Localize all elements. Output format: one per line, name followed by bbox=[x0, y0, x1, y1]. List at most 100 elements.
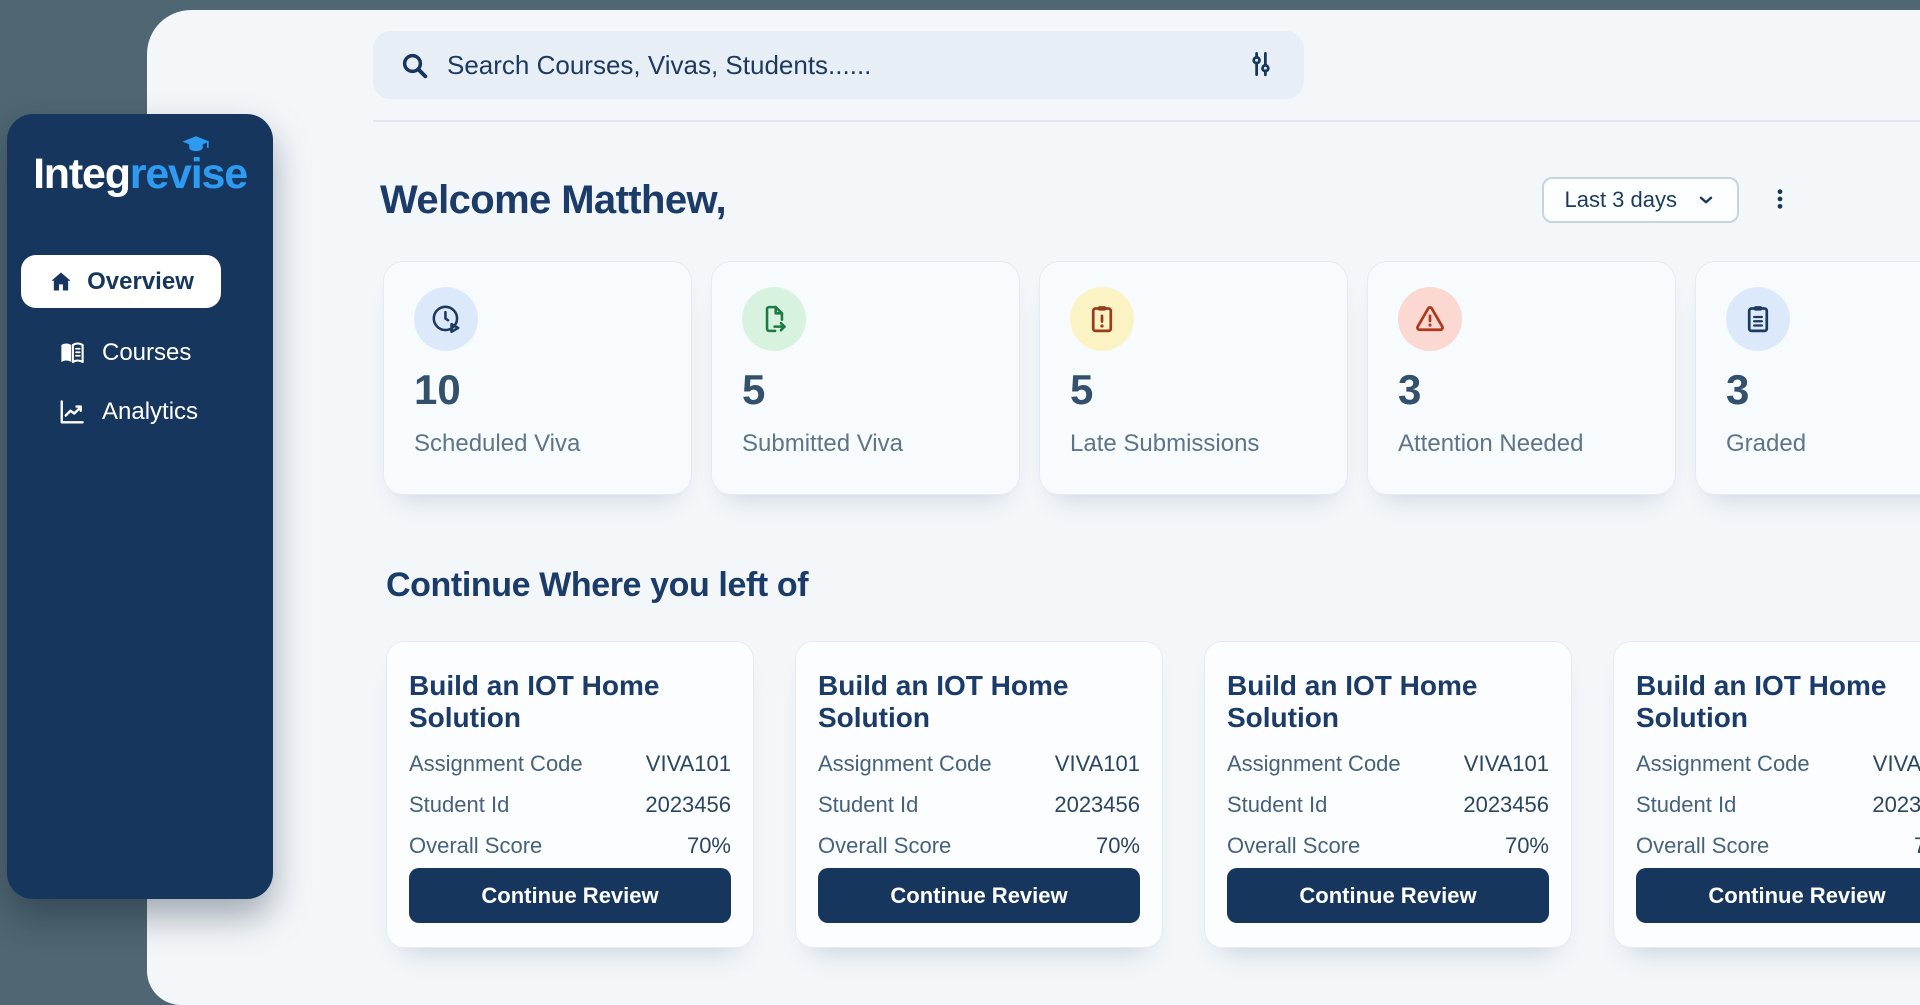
course-detail-row: Overall Score 70% bbox=[409, 833, 731, 859]
detail-value: VIVA101 bbox=[1873, 751, 1920, 777]
detail-label: Assignment Code bbox=[409, 751, 583, 777]
stat-value: 3 bbox=[1398, 366, 1645, 414]
stat-icon-circle bbox=[1726, 287, 1790, 351]
detail-value: VIVA101 bbox=[1055, 751, 1140, 777]
stat-icon-circle bbox=[1398, 287, 1462, 351]
course-title: Build an IOT Home Solution bbox=[818, 670, 1140, 734]
stat-card-submitted-viva: 5 Submitted Viva bbox=[711, 261, 1020, 495]
sidebar-item-courses[interactable]: Courses bbox=[7, 333, 273, 373]
book-open-icon bbox=[57, 338, 87, 368]
detail-label: Student Id bbox=[409, 792, 509, 818]
chevron-down-icon bbox=[1695, 189, 1717, 211]
detail-value: VIVA101 bbox=[1464, 751, 1549, 777]
stat-label: Late Submissions bbox=[1070, 430, 1317, 458]
stat-value: 5 bbox=[742, 366, 989, 414]
sidebar: Integrevise Overview Courses Analytics bbox=[7, 114, 273, 899]
sidebar-item-label: Analytics bbox=[102, 398, 198, 426]
course-card: Build an IOT Home Solution Assignment Co… bbox=[795, 641, 1163, 948]
alert-triangle-icon bbox=[1413, 302, 1447, 336]
stat-card-scheduled-viva: 10 Scheduled Viva bbox=[383, 261, 692, 495]
detail-value: 2023456 bbox=[1872, 792, 1920, 818]
course-detail-row: Student Id 2023456 bbox=[818, 792, 1140, 818]
clipboard-list-icon bbox=[1741, 302, 1775, 336]
sidebar-item-label: Courses bbox=[102, 339, 191, 367]
logo-text-integ: Integ bbox=[33, 150, 130, 198]
logo-text-revise: revise bbox=[130, 150, 247, 198]
course-detail-row: Assignment Code VIVA101 bbox=[1227, 751, 1549, 777]
detail-label: Student Id bbox=[1636, 792, 1736, 818]
stat-value: 5 bbox=[1070, 366, 1317, 414]
course-detail-row: Student Id 2023456 bbox=[1636, 792, 1920, 818]
detail-value: 2023456 bbox=[1463, 792, 1549, 818]
detail-label: Overall Score bbox=[1227, 833, 1360, 859]
kebab-icon bbox=[1767, 186, 1793, 212]
app-logo: Integrevise bbox=[7, 150, 273, 199]
search-input[interactable] bbox=[447, 50, 1226, 81]
graduation-cap-icon bbox=[183, 136, 210, 153]
course-detail-row: Overall Score 70% bbox=[818, 833, 1140, 859]
stat-icon-circle bbox=[414, 287, 478, 351]
continue-review-button[interactable]: Continue Review bbox=[1636, 868, 1920, 923]
sidebar-item-overview[interactable]: Overview bbox=[21, 255, 221, 308]
detail-label: Student Id bbox=[1227, 792, 1327, 818]
course-title: Build an IOT Home Solution bbox=[409, 670, 731, 734]
stats-row: 10 Scheduled Viva 5 Submitted Viva bbox=[383, 261, 1920, 495]
detail-label: Assignment Code bbox=[1227, 751, 1401, 777]
stat-card-graded: 3 Graded bbox=[1695, 261, 1920, 495]
continue-review-button[interactable]: Continue Review bbox=[1227, 868, 1549, 923]
course-card: Build an IOT Home Solution Assignment Co… bbox=[1613, 641, 1920, 948]
course-detail-row: Overall Score 70% bbox=[1227, 833, 1549, 859]
sidebar-item-analytics[interactable]: Analytics bbox=[7, 392, 273, 432]
course-title: Build an IOT Home Solution bbox=[1227, 670, 1549, 734]
stat-label: Scheduled Viva bbox=[414, 430, 661, 458]
search-bar bbox=[373, 31, 1304, 99]
detail-label: Student Id bbox=[818, 792, 918, 818]
detail-value: 70% bbox=[1505, 833, 1549, 859]
home-icon bbox=[48, 269, 74, 295]
header-divider bbox=[373, 120, 1920, 122]
date-range-label: Last 3 days bbox=[1564, 187, 1677, 213]
header-actions: Last 3 days bbox=[1542, 177, 1795, 223]
date-range-select[interactable]: Last 3 days bbox=[1542, 177, 1739, 223]
stat-value: 10 bbox=[414, 366, 661, 414]
detail-value: 2023456 bbox=[1054, 792, 1140, 818]
course-detail-row: Assignment Code VIVA101 bbox=[1636, 751, 1920, 777]
continue-review-button[interactable]: Continue Review bbox=[409, 868, 731, 923]
continue-section-heading: Continue Where you left of bbox=[386, 566, 808, 605]
stat-label: Submitted Viva bbox=[742, 430, 989, 458]
clipboard-alert-icon bbox=[1085, 302, 1119, 336]
detail-value: 70% bbox=[1914, 833, 1920, 859]
stat-card-attention-needed: 3 Attention Needed bbox=[1367, 261, 1676, 495]
detail-label: Assignment Code bbox=[1636, 751, 1810, 777]
course-card: Build an IOT Home Solution Assignment Co… bbox=[1204, 641, 1572, 948]
sidebar-item-label: Overview bbox=[87, 268, 194, 296]
chart-line-icon bbox=[57, 397, 87, 427]
page-title: Welcome Matthew, bbox=[380, 178, 726, 223]
detail-label: Overall Score bbox=[1636, 833, 1769, 859]
course-title: Build an IOT Home Solution bbox=[1636, 670, 1920, 734]
stat-icon-circle bbox=[742, 287, 806, 351]
detail-label: Overall Score bbox=[818, 833, 951, 859]
course-detail-row: Overall Score 70% bbox=[1636, 833, 1920, 859]
course-card: Build an IOT Home Solution Assignment Co… bbox=[386, 641, 754, 948]
detail-value: 70% bbox=[1096, 833, 1140, 859]
filter-button[interactable] bbox=[1244, 48, 1278, 82]
course-cards-row: Build an IOT Home Solution Assignment Co… bbox=[386, 641, 1920, 948]
stat-label: Attention Needed bbox=[1398, 430, 1645, 458]
detail-value: 70% bbox=[687, 833, 731, 859]
stat-label: Graded bbox=[1726, 430, 1920, 458]
continue-review-button[interactable]: Continue Review bbox=[818, 868, 1140, 923]
clock-play-icon bbox=[429, 302, 463, 336]
course-detail-row: Assignment Code VIVA101 bbox=[818, 751, 1140, 777]
search-icon bbox=[399, 50, 429, 80]
sliders-icon bbox=[1246, 49, 1276, 79]
course-detail-row: Assignment Code VIVA101 bbox=[409, 751, 731, 777]
more-options-button[interactable] bbox=[1765, 180, 1795, 220]
stat-value: 3 bbox=[1726, 366, 1920, 414]
course-detail-row: Student Id 2023456 bbox=[1227, 792, 1549, 818]
stat-icon-circle bbox=[1070, 287, 1134, 351]
stat-card-late-submissions: 5 Late Submissions bbox=[1039, 261, 1348, 495]
detail-value: VIVA101 bbox=[646, 751, 731, 777]
detail-value: 2023456 bbox=[645, 792, 731, 818]
course-detail-row: Student Id 2023456 bbox=[409, 792, 731, 818]
